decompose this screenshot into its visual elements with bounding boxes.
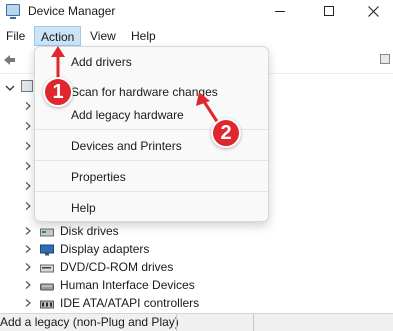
menu-view[interactable]: View bbox=[84, 26, 122, 46]
chevron-right-icon[interactable] bbox=[24, 122, 32, 130]
close-icon bbox=[367, 5, 379, 17]
menu-bar: File Action View Help bbox=[0, 24, 393, 46]
menu-separator bbox=[35, 191, 268, 192]
dvd-drive-icon bbox=[40, 264, 54, 273]
chevron-right-icon[interactable] bbox=[24, 102, 32, 110]
chevron-right-icon[interactable] bbox=[24, 227, 32, 235]
ide-controller-icon bbox=[40, 300, 54, 309]
menu-item-help[interactable]: Help bbox=[71, 201, 96, 215]
menu-item-add-drivers[interactable]: Add drivers bbox=[71, 55, 132, 69]
status-text: Add a legacy (non-Plug and Play) bbox=[0, 315, 179, 329]
menu-help[interactable]: Help bbox=[125, 26, 162, 46]
tree-label: IDE ATA/ATAPI controllers bbox=[60, 296, 200, 310]
back-arrow-icon[interactable] bbox=[2, 53, 16, 67]
minimize-icon bbox=[275, 10, 285, 12]
menu-item-devices-and-printers[interactable]: Devices and Printers bbox=[71, 139, 182, 153]
toolbar-button-icon[interactable] bbox=[380, 54, 390, 64]
tree-label: Display adapters bbox=[60, 242, 150, 256]
tree-row-disk-drives[interactable]: Disk drives bbox=[0, 223, 393, 241]
menu-item-scan-hardware[interactable]: Scan for hardware changes bbox=[71, 85, 218, 99]
computer-icon bbox=[21, 80, 33, 92]
tree-label: DVD/CD-ROM drives bbox=[60, 260, 174, 274]
hid-icon bbox=[40, 283, 54, 291]
minimize-button[interactable] bbox=[262, 0, 298, 22]
tree-row-ide-controllers[interactable]: IDE ATA/ATAPI controllers bbox=[0, 295, 393, 313]
chevron-right-icon[interactable] bbox=[24, 245, 32, 253]
close-button[interactable] bbox=[355, 0, 391, 22]
disk-drive-icon bbox=[40, 228, 54, 237]
menu-action[interactable]: Action bbox=[34, 26, 82, 46]
status-bar: Add a legacy (non-Plug and Play) bbox=[0, 313, 393, 331]
chevron-right-icon[interactable] bbox=[24, 162, 32, 170]
menu-item-properties[interactable]: Properties bbox=[71, 170, 126, 184]
chevron-right-icon[interactable] bbox=[24, 281, 32, 289]
tree-row-dvd-drives[interactable]: DVD/CD-ROM drives bbox=[0, 259, 393, 277]
chevron-right-icon[interactable] bbox=[24, 182, 32, 190]
chevron-down-icon[interactable] bbox=[5, 83, 15, 93]
chevron-right-icon[interactable] bbox=[24, 263, 32, 271]
menu-item-add-legacy-hardware[interactable]: Add legacy hardware bbox=[71, 108, 184, 122]
maximize-icon bbox=[324, 6, 334, 16]
device-manager-app-icon bbox=[6, 4, 20, 19]
chevron-right-icon[interactable] bbox=[24, 142, 32, 150]
maximize-button[interactable] bbox=[311, 0, 347, 22]
menu-file[interactable]: File bbox=[0, 26, 31, 46]
step-1-badge: 1 bbox=[43, 77, 73, 107]
window-title: Device Manager bbox=[28, 4, 116, 18]
title-bar: Device Manager bbox=[0, 0, 393, 24]
chevron-right-icon[interactable] bbox=[24, 299, 32, 307]
display-adapter-icon bbox=[40, 244, 54, 256]
chevron-right-icon[interactable] bbox=[24, 202, 32, 210]
tree-label: Disk drives bbox=[60, 224, 119, 238]
step-2-badge: 2 bbox=[211, 118, 241, 148]
status-divider bbox=[253, 314, 254, 331]
status-divider bbox=[176, 314, 177, 331]
menu-separator bbox=[35, 160, 268, 161]
tree-row-display-adapters[interactable]: Display adapters bbox=[0, 241, 393, 259]
tree-label: Human Interface Devices bbox=[60, 278, 195, 292]
tree-row-human-interface-devices[interactable]: Human Interface Devices bbox=[0, 277, 393, 295]
